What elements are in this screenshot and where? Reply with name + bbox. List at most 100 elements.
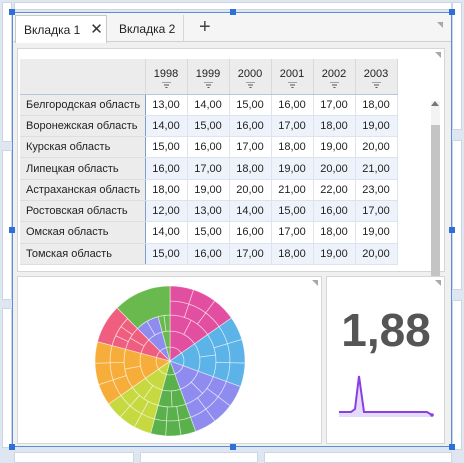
table-cell[interactable]: 16,00 [271,94,314,116]
resize-handle-top-right[interactable] [449,9,455,15]
table-cell[interactable]: 18,00 [271,243,314,265]
table-cell[interactable]: 21,00 [355,157,398,180]
background-tile [2,308,12,448]
table-cell[interactable]: 20,00 [229,179,272,201]
resize-handle-bottom-left[interactable] [9,444,15,450]
table-row[interactable]: Курская область 15,00 16,00 17,00 18,00 19,00… [20,136,398,159]
selected-container[interactable]: Вкладка 1 ✕ Вкладка 2 + 1998 1999 2000 2… [9,9,455,450]
column-header[interactable]: 2003 [355,59,398,95]
table-cell[interactable]: 19,00 [187,179,230,201]
table-row[interactable]: Ростовская область 12,00 13,00 14,00 15,00 16… [20,200,398,223]
table-cell[interactable]: 16,00 [187,243,230,265]
table-cell[interactable]: 17,00 [313,94,356,116]
table-cell[interactable]: 15,00 [145,243,188,265]
table-cell[interactable]: 16,00 [145,157,188,180]
table-row[interactable]: Астраханская область 18,00 19,00 20,00 21,00… [20,179,398,201]
table-cell[interactable]: 22,00 [313,179,356,201]
table-row[interactable]: Омская область 14,00 15,00 16,00 17,00 18,00 1… [20,221,398,244]
column-header[interactable]: 1998 [145,59,188,95]
filter-icon[interactable] [371,82,381,89]
table-cell[interactable]: 23,00 [355,179,398,201]
kpi-panel: 1,88 [326,276,445,444]
plus-icon[interactable]: + [199,15,211,39]
table-cell[interactable]: 18,00 [355,94,398,116]
sunburst-segment[interactable] [226,338,246,364]
table-cell[interactable]: 19,00 [271,157,314,180]
sparkline [339,375,434,417]
table-cell[interactable]: 12,00 [145,200,188,223]
table-cell[interactable]: 16,00 [313,200,356,223]
table-cell[interactable]: 19,00 [313,136,356,159]
column-header-label: 1998 [153,68,179,81]
table-cell[interactable]: 15,00 [229,94,272,116]
table-cell[interactable]: 18,00 [313,221,356,244]
table-cell[interactable]: 13,00 [145,94,188,116]
table-cell[interactable]: 19,00 [355,221,398,244]
column-header[interactable]: 2001 [271,59,314,95]
table-cell[interactable]: 20,00 [355,136,398,159]
filter-icon[interactable] [287,82,297,89]
filter-icon[interactable] [245,82,255,89]
table-cell[interactable]: 15,00 [187,221,230,244]
table-cell[interactable]: 14,00 [145,115,188,138]
panel-menu-icon[interactable] [435,280,441,286]
resize-handle-right[interactable] [449,227,455,233]
table-cell[interactable]: 16,00 [229,115,272,138]
sunburst-segment[interactable] [165,419,182,437]
filter-icon[interactable] [329,82,339,89]
filter-icon[interactable] [161,82,171,89]
column-header[interactable]: 2000 [229,59,272,95]
column-header[interactable]: 1999 [187,59,230,95]
table-cell[interactable]: 17,00 [355,200,398,223]
background-tile [2,2,12,142]
sunburst-chart[interactable] [90,281,250,441]
panel-menu-icon[interactable] [437,22,443,28]
table-cell[interactable]: 19,00 [313,243,356,265]
table-cell[interactable]: 18,00 [145,179,188,201]
scroll-up-icon[interactable] [431,101,439,106]
table-cell[interactable]: 18,00 [313,115,356,138]
table-cell[interactable]: 18,00 [271,136,314,159]
table-cell[interactable]: 18,00 [229,157,272,180]
table-cell[interactable]: 17,00 [187,157,230,180]
column-header[interactable]: 2002 [313,59,356,95]
table-cell[interactable]: 20,00 [355,243,398,265]
table-cell[interactable]: 21,00 [271,179,314,201]
column-header-label: 2001 [279,68,305,81]
background-tile [452,2,462,130]
table-cell[interactable]: 20,00 [313,157,356,180]
sunburst-segment[interactable] [166,406,180,422]
resize-handle-left[interactable] [9,227,15,233]
table-cell[interactable]: 13,00 [187,200,230,223]
resize-handle-top[interactable] [230,9,236,15]
resize-handle-bottom[interactable] [230,444,236,450]
vertical-scrollbar-thumb[interactable] [431,125,440,293]
table-cell[interactable]: 14,00 [187,94,230,116]
table-cell[interactable]: 14,00 [145,221,188,244]
close-icon[interactable]: ✕ [90,22,103,37]
resize-handle-bottom-right[interactable] [449,444,455,450]
tab-label: Вкладка 2 [119,21,176,36]
background-tile [14,452,134,463]
panel-menu-icon[interactable] [435,52,441,58]
table-row[interactable]: Томская область 15,00 16,00 17,00 18,00 19,00… [20,243,398,265]
table-row[interactable]: Белгородская область 13,00 14,00 15,00 16,00… [20,94,398,116]
table-cell[interactable]: 15,00 [145,136,188,159]
table-cell[interactable]: 17,00 [271,221,314,244]
table-cell[interactable]: 14,00 [229,200,272,223]
panel-menu-icon[interactable] [312,280,318,286]
table-cell[interactable]: 17,00 [229,243,272,265]
tab-2[interactable]: Вкладка 2 [111,15,185,42]
table-cell[interactable]: 15,00 [271,200,314,223]
table-cell[interactable]: 19,00 [355,115,398,138]
table-row[interactable]: Воронежская область 14,00 15,00 16,00 17,00 1… [20,115,398,138]
table-cell[interactable]: 15,00 [187,115,230,138]
filter-icon[interactable] [203,82,213,89]
table-cell[interactable]: 16,00 [187,136,230,159]
tab-1[interactable]: Вкладка 1 ✕ [15,15,107,43]
table-cell[interactable]: 17,00 [229,136,272,159]
table-row[interactable]: Липецкая область 16,00 17,00 18,00 19,00 20,0… [20,157,398,180]
resize-handle-top-left[interactable] [9,9,15,15]
table-cell[interactable]: 17,00 [271,115,314,138]
table-cell[interactable]: 16,00 [229,221,272,244]
